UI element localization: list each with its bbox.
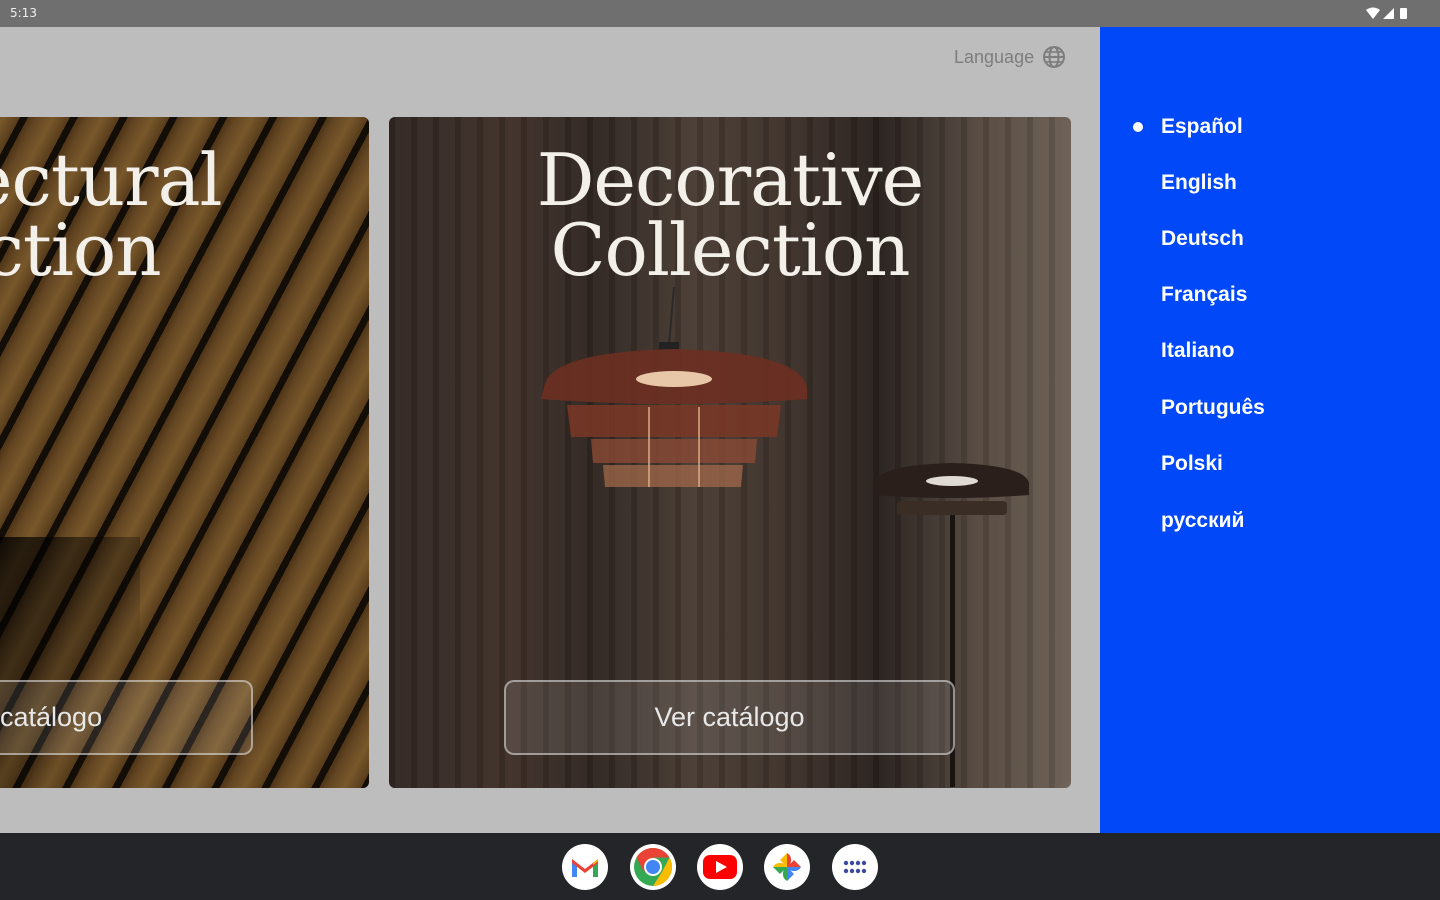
view-catalog-button[interactable]: Ver catálogo [504,680,955,755]
gmail-icon[interactable] [562,844,608,890]
app-launcher-icon[interactable] [832,844,878,890]
status-time: 5:13 [10,6,37,20]
card-title-line1: Decorative [536,138,925,222]
language-option-italiano[interactable]: Italiano [1161,336,1235,366]
globe-icon [1043,46,1066,68]
pendant-lamp-image [541,287,807,487]
language-option-francais[interactable]: Français [1161,280,1247,310]
card-title: tectural ection [0,138,223,292]
signal-icon [1383,8,1394,19]
decorative-collection-card[interactable]: Decorative Collection Ver catálogo [389,117,1071,788]
status-icons [1366,7,1407,19]
language-button[interactable]: Language [954,43,1066,71]
card-title-line2: Collection [550,208,910,292]
card-title: Decorative Collection [389,138,1071,292]
language-option-espanol[interactable]: Español [1161,112,1243,142]
taskbar [0,833,1440,900]
view-catalog-button[interactable]: catálogo [0,680,253,755]
language-option-russian[interactable]: русский [1161,506,1244,536]
battery-icon [1400,8,1407,19]
photos-icon[interactable] [764,844,810,890]
language-option-english[interactable]: English [1161,168,1237,198]
catalog-content: Language tectural ection catálogo Decora… [0,27,1100,833]
language-option-polski[interactable]: Polski [1161,449,1223,479]
language-panel: Español English Deutsch Français Italian… [1100,27,1440,833]
chrome-icon[interactable] [630,844,676,890]
selected-indicator [1133,122,1143,132]
status-bar: 5:13 [0,0,1440,27]
card-title-line2: ection [0,208,162,292]
app-window: Language tectural ection catálogo Decora… [0,27,1440,833]
youtube-icon[interactable] [697,844,743,890]
language-option-deutsch[interactable]: Deutsch [1161,224,1244,254]
language-option-portugues[interactable]: Português [1161,393,1265,423]
wifi-icon [1366,7,1380,19]
card-title-line1: tectural [0,138,223,222]
architectural-collection-card[interactable]: tectural ection catálogo [0,117,369,788]
language-label: Language [954,46,1035,67]
